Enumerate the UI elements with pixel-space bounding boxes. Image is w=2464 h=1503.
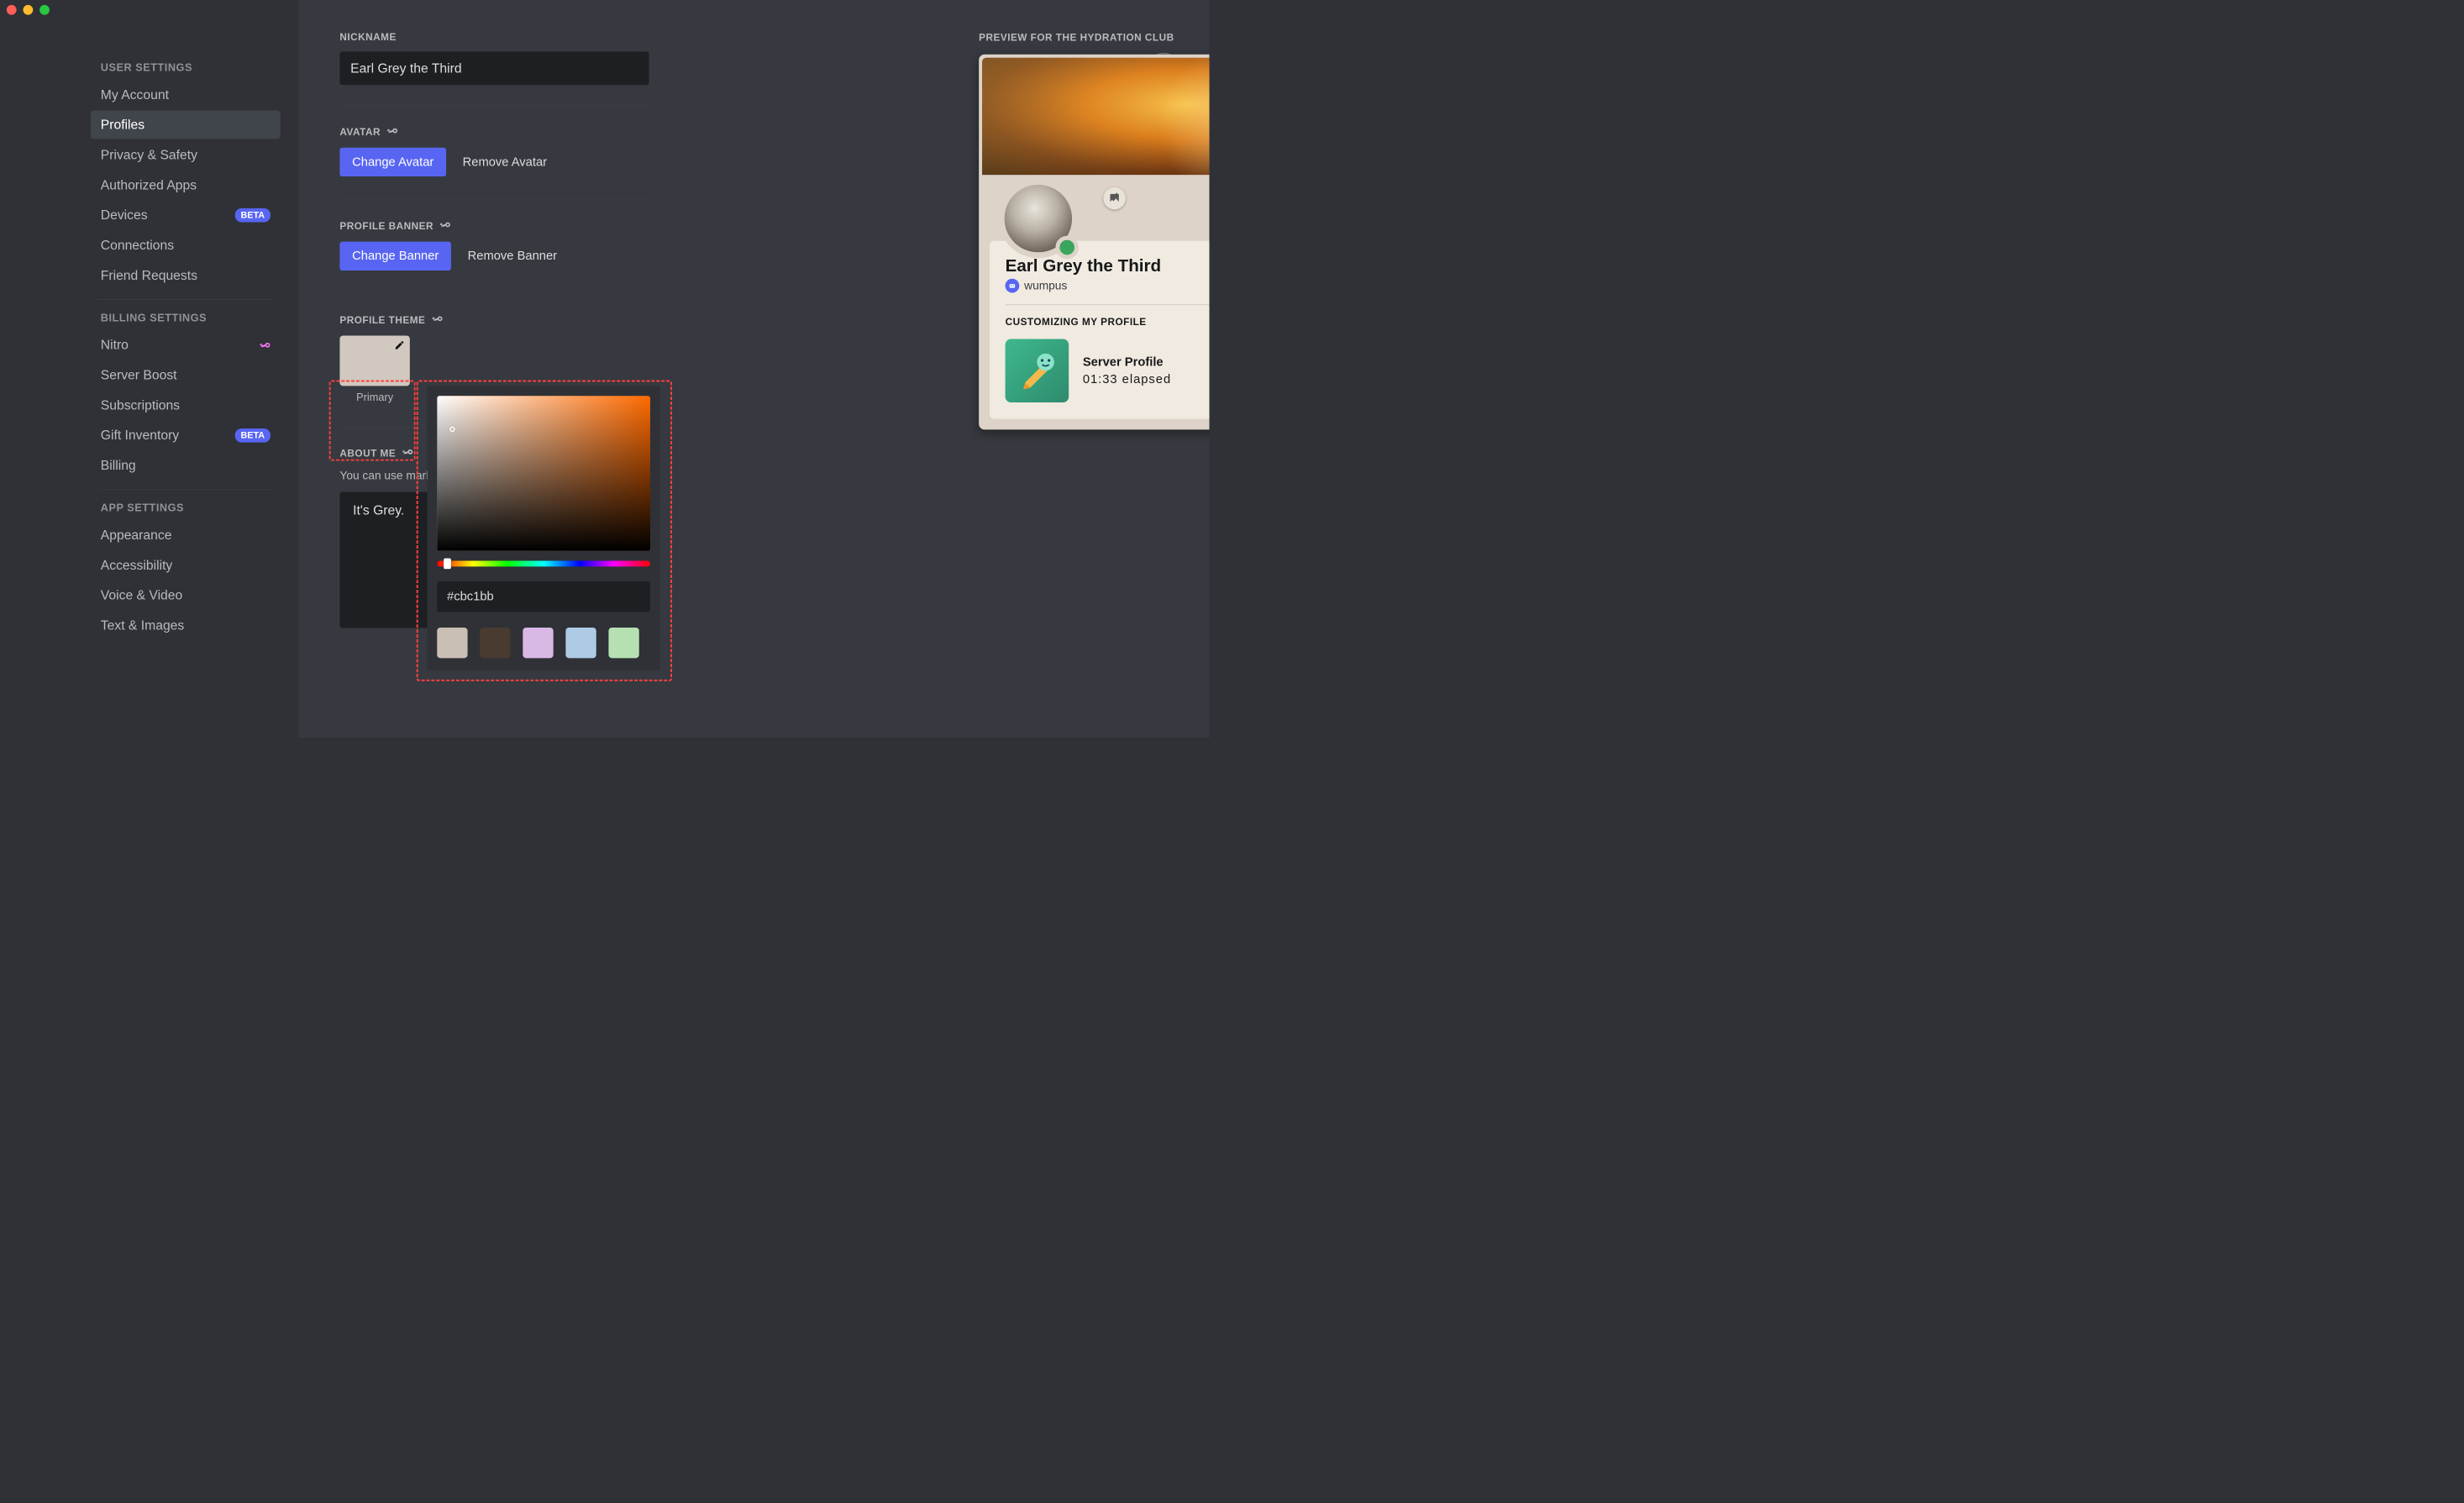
nitro-icon [431,313,443,328]
sidebar-item-label: Devices [101,208,148,223]
hex-input[interactable] [437,581,650,612]
nitro-icon [439,219,451,234]
sidebar-item-billing[interactable]: Billing [91,451,281,480]
sidebar-item-label: Voice & Video [101,587,183,602]
sidebar-item-my-account[interactable]: My Account [91,81,281,109]
profile-preview-card: Earl Grey the Third wumpus CUSTOMIZING M… [979,55,1209,430]
primary-theme-label: Primary [339,391,409,403]
sidebar-item-nitro[interactable]: Nitro [91,331,281,360]
sidebar-item-label: Accessibility [101,558,173,573]
nickname-label: NICKNAME [339,32,999,44]
traffic-light-zoom[interactable] [39,5,50,15]
hue-slider[interactable] [437,560,650,566]
sidebar-item-label: My Account [101,87,169,102]
sidebar-item-text-images[interactable]: Text & Images [91,611,281,639]
beta-badge: BETA [235,428,271,443]
sidebar-item-label: Subscriptions [101,397,180,413]
sidebar-item-privacy-safety[interactable]: Privacy & Safety [91,140,281,169]
profile-theme-label: PROFILE THEME [339,313,999,328]
online-status-icon [1055,236,1078,259]
section-user-settings: USER SETTINGS [101,61,281,74]
color-picker-popover [427,386,659,670]
suggested-swatches [437,628,650,658]
sidebar-item-subscriptions[interactable]: Subscriptions [91,391,281,419]
label-text: AVATAR [339,126,381,138]
activity-pencil-icon [1006,339,1069,402]
profile-banner [982,58,1209,175]
profile-banner-label: PROFILE BANNER [339,219,999,234]
color-swatch-3[interactable] [565,628,596,658]
sidebar-item-label: Gift Inventory [101,428,179,443]
color-swatch-0[interactable] [437,628,467,658]
sidebar-item-label: Connections [101,238,174,253]
sidebar-item-gift-inventory[interactable]: Gift Inventory BETA [91,421,281,449]
sidebar-item-friend-requests[interactable]: Friend Requests [91,261,281,290]
sidebar-item-authorized-apps[interactable]: Authorized Apps [91,171,281,199]
sidebar-item-label: Authorized Apps [101,177,197,192]
sidebar-item-label: Friend Requests [101,268,197,283]
sidebar-item-server-boost[interactable]: Server Boost [91,360,281,389]
sidebar-item-label: Appearance [101,528,172,543]
change-avatar-button[interactable]: Change Avatar [339,148,446,176]
activity-name: Server Profile [1083,355,1171,370]
traffic-light-minimize[interactable] [23,5,33,15]
color-swatch-4[interactable] [608,628,638,658]
bot-badge-icon [1006,279,1020,293]
label-text: PROFILE THEME [339,314,425,326]
sidebar-item-label: Text & Images [101,617,185,633]
sidebar-item-label: Billing [101,458,136,473]
pencil-icon [394,339,405,352]
settings-content: NICKNAME AVATAR Change Avatar Remove Ava… [298,0,1209,738]
color-saturation-panel[interactable] [437,396,650,551]
traffic-light-close[interactable] [7,5,17,15]
section-app-settings: APP SETTINGS [101,502,281,514]
hue-slider-thumb[interactable] [444,559,451,570]
remove-banner-button[interactable]: Remove Banner [468,249,557,263]
remove-avatar-button[interactable]: Remove Avatar [463,155,547,170]
preview-header: PREVIEW FOR THE HYDRATION CLUB [979,32,1209,44]
nitro-icon [402,446,413,460]
sidebar-item-voice-video[interactable]: Voice & Video [91,581,281,610]
sidebar-item-label: Privacy & Safety [101,147,197,162]
edit-banner-button[interactable] [1103,187,1126,210]
divider [1006,304,1210,305]
color-swatch-1[interactable] [480,628,510,658]
nitro-icon [386,125,398,139]
label-text: PROFILE BANNER [339,220,433,232]
window-traffic-lights [7,5,50,15]
sidebar-item-connections[interactable]: Connections [91,231,281,260]
sidebar-item-label: Nitro [101,337,129,352]
beta-badge: BETA [235,208,271,223]
primary-theme-swatch[interactable] [339,336,409,386]
sidebar-item-profiles[interactable]: Profiles [91,111,281,139]
color-cursor[interactable] [449,426,455,432]
sidebar-item-devices[interactable]: Devices BETA [91,201,281,229]
nickname-input[interactable] [339,51,649,85]
sidebar-item-accessibility[interactable]: Accessibility [91,551,281,580]
sidebar-item-label: Server Boost [101,367,177,382]
sidebar-item-appearance[interactable]: Appearance [91,521,281,549]
preview-username: wumpus [1024,279,1067,292]
color-swatch-2[interactable] [523,628,553,658]
avatar-container [999,179,1081,261]
sidebar-item-label: Profiles [101,117,144,132]
label-text: ABOUT ME [339,448,396,460]
activity-elapsed: 01:33 elapsed [1083,372,1171,386]
change-banner-button[interactable]: Change Banner [339,242,451,271]
avatar-label: AVATAR [339,125,999,139]
customizing-label: CUSTOMIZING MY PROFILE [1006,317,1210,328]
section-billing-settings: BILLING SETTINGS [101,312,281,324]
settings-sidebar: USER SETTINGS My Account Profiles Privac… [0,0,298,738]
nitro-icon [259,339,271,351]
